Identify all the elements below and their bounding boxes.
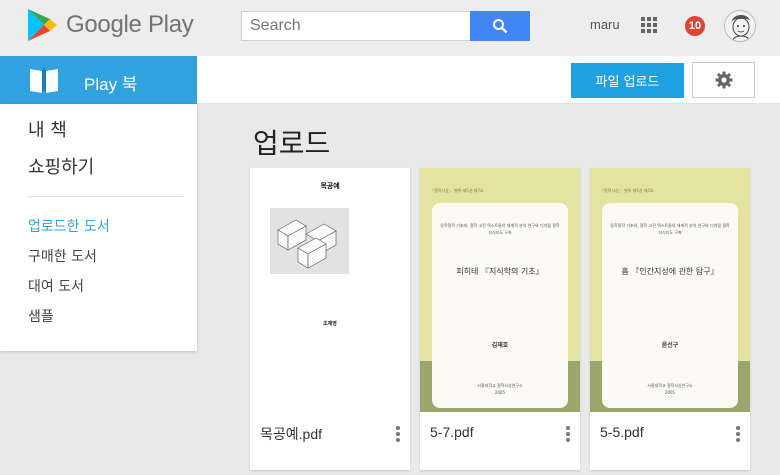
- sidebar-item-purchased-books[interactable]: 구매한 도서: [28, 246, 97, 266]
- book-cover[interactable]: 『철학사상』 별책 제5권 제7호 동학철학 기초와, 철학 고전 텍스트들의 …: [420, 168, 580, 412]
- avatar[interactable]: [724, 10, 756, 42]
- sidebar-item-rented-books[interactable]: 대여 도서: [28, 276, 84, 296]
- sidebar: 내 책 쇼핑하기 업로드한 도서 구매한 도서 대여 도서 샘플: [0, 104, 197, 351]
- play-books-home-link[interactable]: Play 북: [0, 56, 197, 104]
- notification-badge[interactable]: 10: [685, 16, 705, 36]
- search-input[interactable]: [241, 11, 471, 41]
- cover-author: 김재호: [491, 342, 509, 349]
- sidebar-item-my-books[interactable]: 내 책: [28, 116, 67, 142]
- account-name[interactable]: maru: [590, 17, 620, 32]
- cover-series: 『철학사상』 별책 제5권 제7호: [430, 188, 484, 193]
- cover-publisher-block: 서울대학교 철학사상연구소 2005: [420, 382, 580, 396]
- search-icon: [493, 19, 508, 34]
- cover-author: 조재영: [323, 321, 337, 327]
- cover-author: 윤선구: [661, 342, 679, 349]
- cover-year: 2005: [664, 390, 676, 395]
- settings-button[interactable]: [692, 62, 755, 98]
- book-file-name[interactable]: 5-5.pdf: [600, 424, 644, 440]
- book-cover[interactable]: 『철학사상』 별책 제5권 제5호 동학철학 기초와, 철학 고전 텍스트들의 …: [590, 168, 750, 412]
- app-name: Play 북: [84, 75, 138, 94]
- more-options-icon[interactable]: [566, 426, 570, 442]
- open-book-icon: [30, 67, 58, 93]
- cover-description: 동학철학 기초와, 철학 고전 텍스트들의 체계적 분석 연구와 디지털 철학 …: [610, 223, 730, 235]
- book-cover[interactable]: 목공예 조재영: [250, 168, 410, 412]
- wood-joint-illustration-icon: [277, 219, 337, 269]
- apps-grid-icon[interactable]: [641, 17, 657, 33]
- book-card[interactable]: 『철학사상』 별책 제5권 제7호 동학철학 기초와, 철학 고전 텍스트들의 …: [420, 168, 580, 470]
- sidebar-item-shop[interactable]: 쇼핑하기: [28, 153, 94, 179]
- search-button[interactable]: [470, 11, 530, 41]
- cover-publisher: 서울대학교 철학사상연구소: [477, 383, 523, 388]
- book-file-name[interactable]: 5-7.pdf: [430, 424, 474, 440]
- book-file-name[interactable]: 목공예.pdf: [260, 424, 322, 444]
- google-play-logo-icon[interactable]: [24, 7, 60, 43]
- cover-series: 『철학사상』 별책 제5권 제5호: [600, 188, 654, 193]
- cover-publisher: 서울대학교 철학사상연구소: [647, 383, 693, 388]
- google-play-logo-text[interactable]: Google Play: [66, 11, 194, 39]
- book-card[interactable]: 목공예 조재영 목공예.pdf: [250, 168, 410, 470]
- book-card[interactable]: 『철학사상』 별책 제5권 제5호 동학철학 기초와, 철학 고전 텍스트들의 …: [590, 168, 750, 470]
- cover-publisher-block: 서울대학교 철학사상연구소 2005: [590, 382, 750, 396]
- cover-illustration: [270, 208, 349, 274]
- cover-title: 흄 『인간지성에 관한 탐구』: [621, 267, 719, 276]
- gear-icon: [715, 71, 732, 89]
- sidebar-item-samples[interactable]: 샘플: [28, 306, 54, 326]
- page-title: 업로드: [253, 127, 331, 160]
- cover-title: 피히테 『지식학의 기초』: [456, 267, 544, 276]
- sidebar-divider: [28, 196, 183, 197]
- cover-year: 2005: [494, 390, 506, 395]
- upload-file-button[interactable]: 파일 업로드: [571, 63, 684, 98]
- cover-description: 동학철학 기초와, 철학 고전 텍스트들의 체계적 분석 연구와 디지털 철학 …: [440, 223, 560, 235]
- more-options-icon[interactable]: [396, 426, 400, 442]
- cover-title: 목공예: [320, 182, 340, 190]
- more-options-icon[interactable]: [736, 426, 740, 442]
- sidebar-item-uploaded-books[interactable]: 업로드한 도서: [28, 216, 110, 236]
